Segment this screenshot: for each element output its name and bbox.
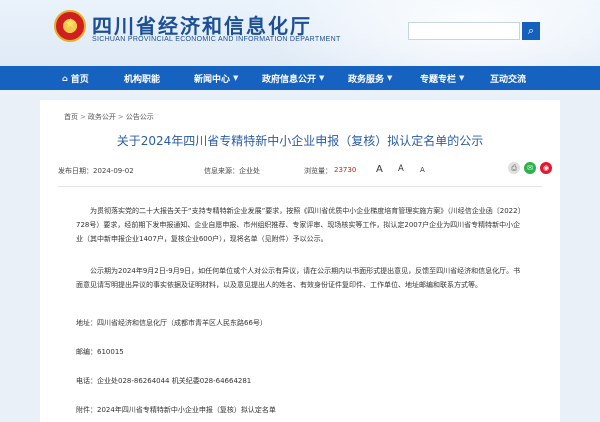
nav-label: 专题专栏 [420,74,457,85]
chevron-down-icon: ▼ [319,74,325,82]
breadcrumb-notices[interactable]: 公告公示 [126,113,154,121]
breadcrumb: 首页 > 政务公开 > 公告公示 [64,113,154,121]
nav-services[interactable]: 政务服务 ▼ [348,66,420,90]
site-title[interactable]: 四川省经济和信息化厅 [92,10,312,39]
article-title: 关于2024年四川省专精特新中小企业申报（复核）拟认定名单的公示 [116,134,484,148]
meta-divider [58,186,542,187]
search-input[interactable] [408,22,520,40]
phone-line: 电话：企业处028-86264044 机关纪委028-64664281 [76,377,252,385]
address-line: 地址：四川省经济和信息化厅（成都市青羊区人民东路66号） [76,319,267,327]
views-count: 23730 [334,166,357,174]
nav-interaction[interactable]: 互动交流 [490,66,550,90]
nav-gov-info[interactable]: 政府信息公开 ▼ [262,66,348,90]
site-header: 四川省经济和信息化厅 SICHUAN PROVINCIAL ECONOMIC A… [0,0,600,66]
chevron-down-icon: ▼ [459,74,465,82]
breadcrumb-home[interactable]: 首页 [64,113,78,121]
nav-topics[interactable]: 专题专栏 ▼ [420,66,490,90]
nav-label: 机构职能 [124,74,161,85]
nav-label: 互动交流 [490,74,527,85]
weibo-icon[interactable]: ◉ [540,162,552,174]
print-icon[interactable]: ⎙ [508,162,520,174]
nav-home[interactable]: ⌂ 首页 [62,66,124,90]
breadcrumb-gov-affairs[interactable]: 政务公开 [88,113,116,121]
nav-label: 首页 [70,74,89,85]
wechat-icon[interactable]: ✉ [524,162,536,174]
chevron-down-icon: ▼ [233,74,239,82]
nav-label: 新闻中心 [194,74,231,85]
nav-label: 政务服务 [348,74,385,85]
home-icon: ⌂ [62,73,68,83]
font-size-small-button[interactable]: A [420,166,425,174]
body-paragraph: 公示期为2024年9月2日-9月9日，如任何单位或个人对公示有异议，请在公示期内… [76,267,521,289]
body-paragraph: 为贯彻落实党的二十大报告关于“支持专精特新企业发展”要求，按照《四川省优质中小企… [76,207,525,243]
chevron-down-icon: ▼ [387,74,393,82]
article-meta: 发布日期：2024-09-02 信息来源：企业处 浏览量： 23730 A A … [58,162,552,180]
article-panel: 首页 > 政务公开 > 公告公示 关于2024年四川省专精特新中小企业申报（复核）拟认定… [40,100,560,422]
national-emblem-icon [54,10,86,42]
nav-label: 政府信息公开 [262,74,317,85]
postcode-line: 邮编：610015 [76,348,124,356]
nav-news[interactable]: 新闻中心 ▼ [194,66,262,90]
site-subtitle: SICHUAN PROVINCIAL ECONOMIC AND INFORMAT… [92,36,341,43]
views-label: 浏览量： [304,167,332,175]
search-button[interactable]: ⌕ [522,22,540,40]
publish-date: 发布日期：2024-09-02 [58,167,134,175]
search-icon: ⌕ [527,25,535,37]
info-source: 信息来源：企业处 [204,167,260,175]
attachment-link[interactable]: 附件：2024年四川省专精特新中小企业申报（复核）拟认定名单 [76,403,526,417]
main-nav: ⌂ 首页 机构职能 新闻中心 ▼ 政府信息公开 ▼ 政务服务 ▼ 专题专栏 ▼ 互动交流 [0,66,600,90]
font-size-medium-button[interactable]: A [398,164,404,174]
font-size-large-button[interactable]: A [376,164,383,175]
nav-organization[interactable]: 机构职能 [124,66,194,90]
